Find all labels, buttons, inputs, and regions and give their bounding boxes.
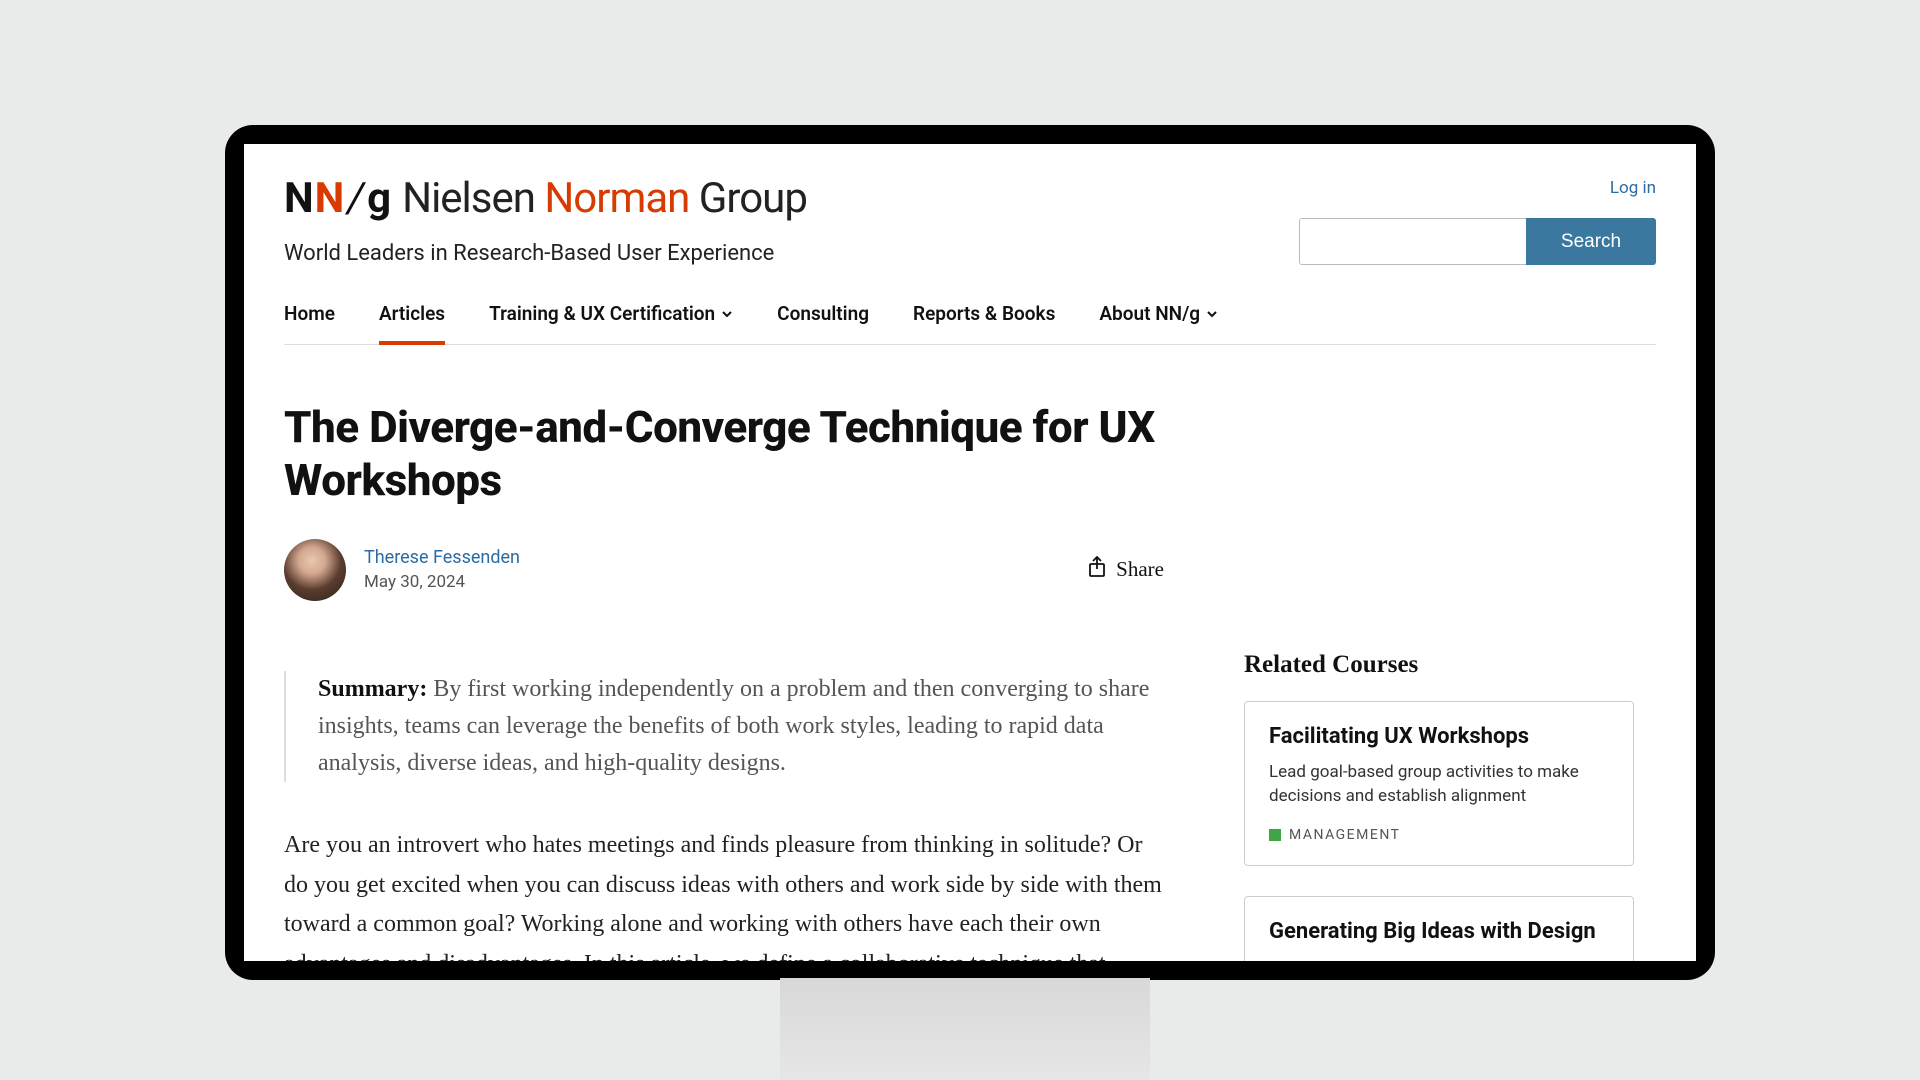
- logo-n2: N: [315, 174, 344, 223]
- summary-block: Summary: By first working independently …: [284, 671, 1164, 783]
- course-title: Facilitating UX Workshops: [1269, 724, 1609, 749]
- course-title: Generating Big Ideas with Design: [1269, 919, 1609, 944]
- top-right: Log in Search: [1299, 174, 1656, 265]
- nav-item-home[interactable]: Home: [284, 302, 335, 345]
- share-label: Share: [1116, 557, 1164, 582]
- author-block: Therese Fessenden May 30, 2024: [284, 539, 520, 601]
- author-avatar[interactable]: [284, 539, 346, 601]
- nav-item-training-ux-certification[interactable]: Training & UX Certification: [489, 302, 733, 345]
- page-content: N N / g Nielsen Norman Group World Leade…: [244, 144, 1696, 961]
- course-card[interactable]: Facilitating UX Workshops Lead goal-based…: [1244, 701, 1634, 866]
- author-meta: Therese Fessenden May 30, 2024: [364, 547, 520, 592]
- summary-label: Summary:: [318, 676, 427, 702]
- search-button[interactable]: Search: [1526, 218, 1656, 265]
- courses-list: Facilitating UX Workshops Lead goal-based…: [1244, 701, 1634, 961]
- nav-item-label: Home: [284, 302, 335, 325]
- brand-text-3: Group: [689, 174, 807, 223]
- article-title: The Diverge-and-Converge Technique for U…: [284, 401, 1164, 507]
- tagline: World Leaders in Research-Based User Exp…: [284, 241, 807, 266]
- nav-item-label: Training & UX Certification: [489, 302, 715, 325]
- byline-row: Therese Fessenden May 30, 2024: [284, 539, 1164, 601]
- nav-item-consulting[interactable]: Consulting: [777, 302, 869, 345]
- course-description: Lead goal-based group activities to make…: [1269, 761, 1609, 809]
- brand-text-1: Nielsen: [402, 174, 544, 223]
- nav-item-reports-books[interactable]: Reports & Books: [913, 302, 1055, 345]
- nav-item-label: Consulting: [777, 302, 869, 325]
- course-card[interactable]: Generating Big Ideas with Design: [1244, 896, 1634, 961]
- summary-text: By first working independently on a prob…: [318, 676, 1149, 776]
- share-button[interactable]: Share: [1088, 556, 1164, 584]
- screen: N N / g Nielsen Norman Group World Leade…: [244, 144, 1696, 961]
- chevron-down-icon: [1206, 302, 1218, 325]
- nav-item-label: Articles: [379, 302, 445, 325]
- author-name-link[interactable]: Therese Fessenden: [364, 547, 520, 568]
- nav-item-articles[interactable]: Articles: [379, 302, 445, 345]
- nav-item-label: About NN/g: [1099, 302, 1200, 325]
- share-icon: [1088, 556, 1106, 584]
- logo-n1: N: [284, 174, 313, 223]
- monitor-frame: N N / g Nielsen Norman Group World Leade…: [225, 125, 1715, 980]
- search-input[interactable]: [1299, 218, 1526, 265]
- chevron-down-icon: [721, 302, 733, 325]
- tag-label: MANAGEMENT: [1289, 827, 1400, 843]
- nav-item-about-nn-g[interactable]: About NN/g: [1099, 302, 1218, 345]
- main-nav: Home Articles Training & UX Certification C…: [284, 302, 1656, 345]
- course-tag: MANAGEMENT: [1269, 827, 1609, 843]
- logo-slash: /: [347, 174, 363, 223]
- related-courses-heading: Related Courses: [1244, 651, 1634, 679]
- sidebar-column: Related Courses Facilitating UX Workshop…: [1244, 401, 1634, 961]
- brand-text: Nielsen Norman Group: [402, 174, 807, 223]
- article-date: May 30, 2024: [364, 572, 520, 592]
- monitor-stand: [780, 978, 1150, 1080]
- article-body-p1: Are you an introvert who hates meetings …: [284, 826, 1164, 961]
- login-link[interactable]: Log in: [1610, 178, 1656, 198]
- search-form: Search: [1299, 218, 1656, 265]
- logo[interactable]: N N / g Nielsen Norman Group: [284, 174, 807, 223]
- logo-g: g: [367, 174, 390, 223]
- main-area: The Diverge-and-Converge Technique for U…: [284, 401, 1656, 961]
- nav-item-label: Reports & Books: [913, 302, 1055, 325]
- brand-text-2: Norman: [544, 174, 689, 223]
- tag-color-square: [1269, 829, 1281, 841]
- topbar: N N / g Nielsen Norman Group World Leade…: [284, 174, 1656, 266]
- article-column: The Diverge-and-Converge Technique for U…: [284, 401, 1164, 961]
- brand-block: N N / g Nielsen Norman Group World Leade…: [284, 174, 807, 266]
